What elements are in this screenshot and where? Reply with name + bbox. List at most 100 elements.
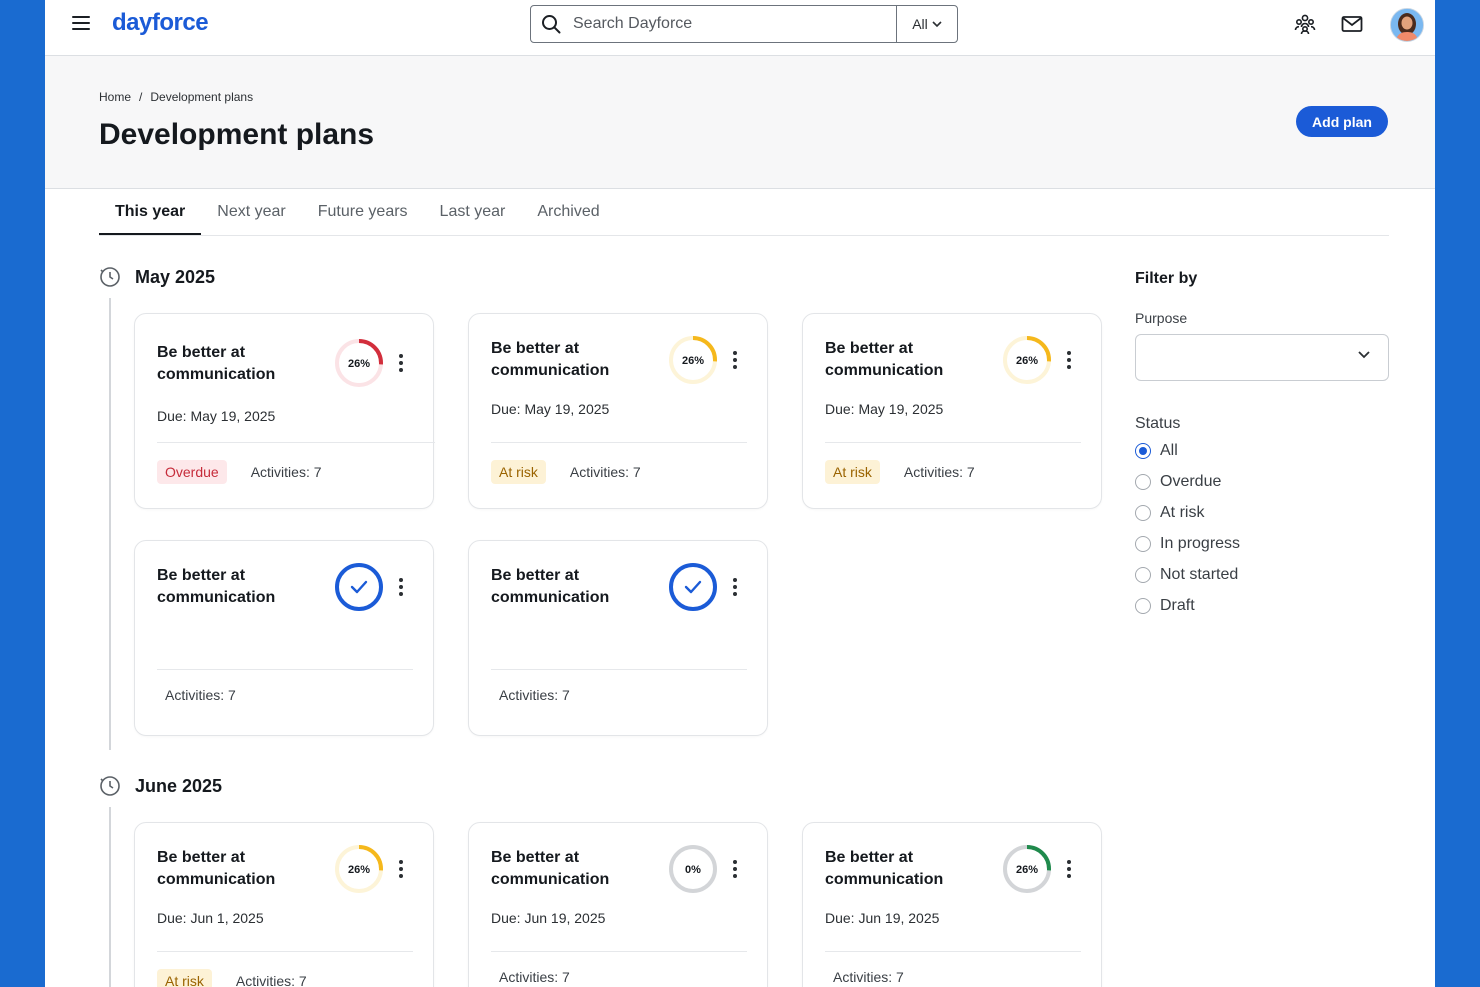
plan-title[interactable]: Be better at communication [157,342,317,386]
status-badge: At risk [491,460,546,484]
plan-title[interactable]: Be better at communication [825,847,985,891]
clock-icon [100,776,120,796]
timeline-line [109,807,111,987]
more-options-icon[interactable] [725,575,745,599]
progress-label: 26% [1016,355,1038,367]
card-divider [157,442,435,443]
more-options-icon[interactable] [725,348,745,372]
plan-card[interactable]: Be better at communication Activities: 7 [468,540,768,736]
plan-title[interactable]: Be better at communication [491,565,651,609]
activities-count: Activities: 7 [903,464,975,480]
tab-archived[interactable]: Archived [521,188,615,234]
page-header: Home / Development plans Development plans… [45,56,1435,189]
activities-count: Activities: 7 [250,464,322,480]
more-options-icon[interactable] [391,857,411,881]
more-options-icon[interactable] [391,351,411,375]
progress-ring: 26% [335,339,383,387]
progress-ring: 0% [669,845,717,893]
plan-title[interactable]: Be better at communication [825,338,985,382]
progress-label: 26% [348,864,370,876]
radio-circle-icon [1135,504,1151,521]
mail-icon[interactable] [1340,12,1364,36]
purpose-select[interactable] [1135,334,1389,381]
tab-future-years[interactable]: Future years [302,188,424,234]
status-radio-overdue[interactable]: Overdue [1135,466,1391,497]
card-divider [157,669,413,670]
activities-count: Activities: 7 [235,973,307,987]
chevron-down-icon [932,20,942,27]
menu-icon[interactable] [72,16,90,32]
due-date: Due: Jun 1, 2025 [157,910,264,926]
status-radio-all[interactable]: All [1135,435,1391,466]
plan-card[interactable]: Be better at communication Due: May 19, 2… [802,313,1102,509]
more-options-icon[interactable] [391,575,411,599]
status-radio-at-risk[interactable]: At risk [1135,497,1391,528]
card-footer: At risk Activities: 7 [157,969,307,987]
radio-circle-icon [1135,473,1151,490]
card-divider [491,669,747,670]
tab-last-year[interactable]: Last year [424,188,522,234]
plan-card[interactable]: Be better at communication Due: Jun 19, 2… [468,822,768,987]
status-badge: At risk [157,969,212,987]
plan-card[interactable]: Be better at communication Due: Jun 1, 20… [134,822,434,987]
breadcrumb-separator: / [139,90,143,104]
plan-card[interactable]: Be better at communication Activities: 7 [134,540,434,736]
progress-ring: 26% [1003,845,1051,893]
activities-count: Activities: 7 [499,687,570,703]
add-plan-button[interactable]: Add plan [1296,106,1388,137]
search-input[interactable] [571,6,896,42]
due-date: Due: Jun 19, 2025 [491,910,606,926]
tab-this-year[interactable]: This year [99,188,202,235]
card-footer: At risk Activities: 7 [491,460,641,484]
month-header: June 2025 [99,775,222,797]
team-icon[interactable] [1293,12,1317,36]
search-box: All [530,5,958,43]
purpose-label: Purpose [1135,310,1188,326]
plan-card[interactable]: Be better at communication Due: May 19, 2… [134,313,435,509]
chevron-down-icon [1358,351,1370,359]
card-divider [825,951,1081,952]
plan-title[interactable]: Be better at communication [157,847,317,891]
filter-title: Filter by [1135,270,1198,287]
radio-circle-icon [1135,535,1151,552]
radio-circle-icon [1135,566,1151,583]
more-options-icon[interactable] [725,857,745,881]
search-scope-dropdown[interactable]: All [896,6,957,42]
activities-count: Activities: 7 [499,969,570,985]
status-radio-draft[interactable]: Draft [1135,590,1391,621]
avatar[interactable] [1390,8,1424,42]
activities-count: Activities: 7 [569,464,641,480]
card-footer: Activities: 7 [165,687,236,703]
progress-label: 26% [682,355,704,367]
plan-title[interactable]: Be better at communication [157,565,317,609]
radio-label: Overdue [1160,472,1222,490]
breadcrumb-current: Development plans [150,90,254,104]
app-frame: dayforce All [45,0,1435,987]
radio-label: At risk [1160,503,1205,521]
status-label: Status [1135,415,1181,432]
search-icon [531,6,571,42]
radio-circle-icon [1135,597,1151,614]
card-divider [825,442,1081,443]
radio-label: All [1160,441,1178,459]
more-options-icon[interactable] [1059,348,1079,372]
breadcrumb: Home / Development plans [99,90,253,104]
plan-card[interactable]: Be better at communication Due: May 19, 2… [468,313,768,509]
plan-title[interactable]: Be better at communication [491,847,651,891]
month-header: May 2025 [99,266,215,288]
plan-title[interactable]: Be better at communication [491,338,651,382]
radio-label: In progress [1160,534,1241,552]
more-options-icon[interactable] [1059,857,1079,881]
progress-label: 26% [1016,864,1038,876]
tab-next-year[interactable]: Next year [201,188,301,234]
complete-check-icon [335,563,383,611]
dayforce-logo[interactable]: dayforce [112,9,209,37]
card-divider [157,951,413,952]
plan-card[interactable]: Be better at communication Due: Jun 19, 2… [802,822,1102,987]
due-date: Due: May 19, 2025 [491,401,610,417]
status-radio-in-progress[interactable]: In progress [1135,528,1391,559]
status-radio-not-started[interactable]: Not started [1135,559,1391,590]
timeline-line [109,298,111,750]
breadcrumb-home-link[interactable]: Home [99,90,131,104]
activities-count: Activities: 7 [165,687,236,703]
